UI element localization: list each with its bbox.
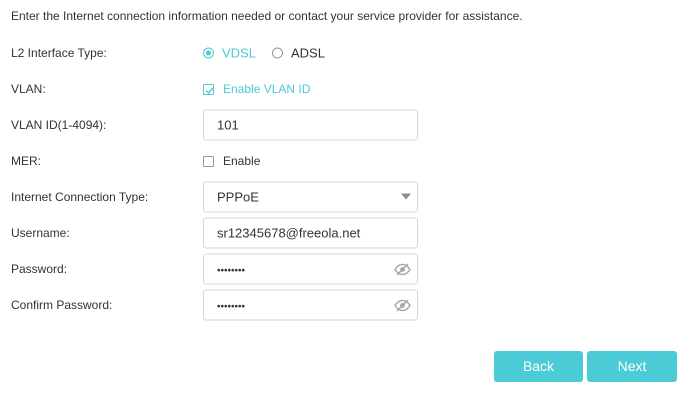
back-button[interactable]: Back xyxy=(494,351,583,382)
password-label: Password: xyxy=(11,262,68,276)
eye-slash-icon[interactable] xyxy=(394,299,411,313)
radio-vdsl-label[interactable]: VDSL xyxy=(222,46,256,61)
confirm-password-field[interactable]: •••••••• xyxy=(203,289,418,321)
vlan-id-row: VLAN ID(1-4094): 101 xyxy=(0,109,687,141)
l2-interface-row: L2 Interface Type: VDSL ADSL xyxy=(0,37,687,69)
radio-adsl-label[interactable]: ADSL xyxy=(291,46,325,61)
connection-type-select[interactable]: PPPoE xyxy=(203,181,418,213)
vlan-id-field[interactable]: 101 xyxy=(203,109,418,141)
confirm-password-masked-value[interactable]: •••••••• xyxy=(217,302,245,313)
connection-type-label: Internet Connection Type: xyxy=(11,190,149,204)
username-label: Username: xyxy=(11,226,70,240)
mer-row: MER: Enable xyxy=(0,145,687,177)
connection-type-value[interactable]: PPPoE xyxy=(217,190,259,205)
radio-vdsl[interactable]: VDSL xyxy=(203,46,256,61)
vlan-row: VLAN: Enable VLAN ID xyxy=(0,73,687,105)
password-masked-value[interactable]: •••••••• xyxy=(217,266,245,277)
radio-vdsl-button[interactable] xyxy=(203,47,214,59)
vlan-id-label: VLAN ID(1-4094): xyxy=(11,118,107,132)
l2-interface-radio-group: VDSL ADSL xyxy=(203,46,341,61)
enable-vlan-id-label[interactable]: Enable VLAN ID xyxy=(223,82,310,96)
mer-label: MER: xyxy=(11,154,41,168)
mer-enable-checkbox[interactable]: Enable xyxy=(203,154,260,168)
eye-slash-icon[interactable] xyxy=(394,263,411,277)
username-field[interactable]: sr12345678@freeola.net xyxy=(203,217,418,249)
username-row: Username: sr12345678@freeola.net xyxy=(0,217,687,249)
intro-text: Enter the Internet connection informatio… xyxy=(11,9,523,23)
l2-interface-label: L2 Interface Type: xyxy=(11,46,107,60)
mer-enable-label[interactable]: Enable xyxy=(223,154,260,168)
confirm-password-label: Confirm Password: xyxy=(11,298,113,312)
vlan-id-value[interactable]: 101 xyxy=(217,118,239,133)
radio-adsl[interactable]: ADSL xyxy=(271,46,325,61)
dropdown-arrow-icon[interactable] xyxy=(401,193,411,200)
next-button[interactable]: Next xyxy=(587,351,677,382)
password-row: Password: •••••••• xyxy=(0,253,687,285)
vlan-label: VLAN: xyxy=(11,82,46,96)
checkbox-checked-icon[interactable] xyxy=(203,83,214,95)
connection-type-row: Internet Connection Type: PPPoE xyxy=(0,181,687,213)
enable-vlan-id-checkbox[interactable]: Enable VLAN ID xyxy=(203,82,310,96)
confirm-password-row: Confirm Password: •••••••• xyxy=(0,289,687,321)
radio-adsl-button[interactable] xyxy=(271,47,283,59)
checkbox-unchecked-icon[interactable] xyxy=(203,155,214,167)
username-value[interactable]: sr12345678@freeola.net xyxy=(217,226,360,241)
password-field[interactable]: •••••••• xyxy=(203,253,418,285)
